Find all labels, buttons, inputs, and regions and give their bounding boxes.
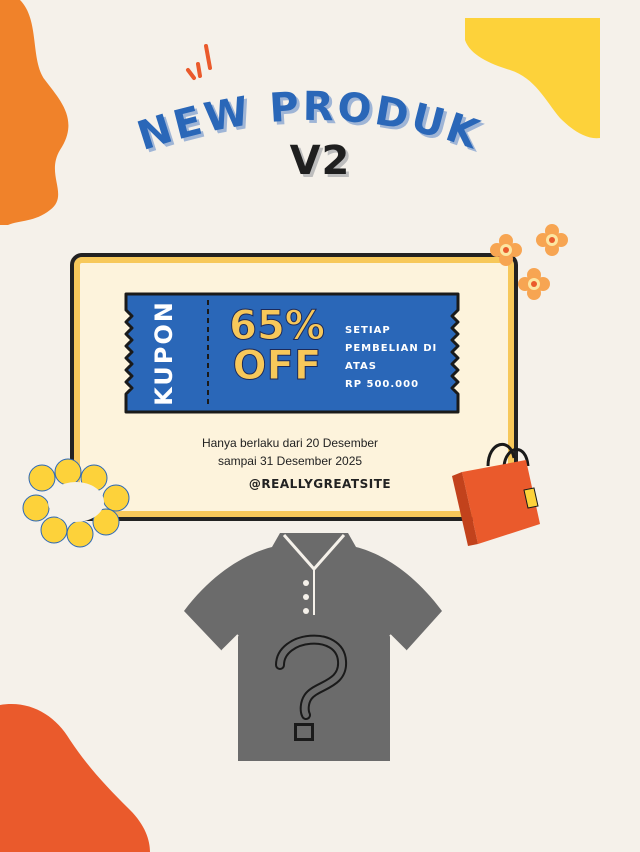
subtitle-v2: V2 <box>289 138 351 184</box>
website-handle: @REALLYGREATSITE <box>248 477 392 491</box>
coupon-label: KUPON <box>150 300 178 406</box>
flower-icon <box>22 458 130 548</box>
mystery-shirt-icon <box>184 533 442 761</box>
discount-amount: 65% OFF <box>229 303 326 389</box>
validity-text: Hanya berlaku dari 20 Desember sampai 31… <box>201 436 379 468</box>
red-blob-bottom-left <box>0 704 150 852</box>
purchase-condition: SETIAP PEMBELIAN DI ATAS RP 500.000 <box>345 325 438 390</box>
sparkle-icon <box>186 44 212 80</box>
flower-icon <box>490 224 568 300</box>
shopping-bag-icon <box>452 442 540 546</box>
